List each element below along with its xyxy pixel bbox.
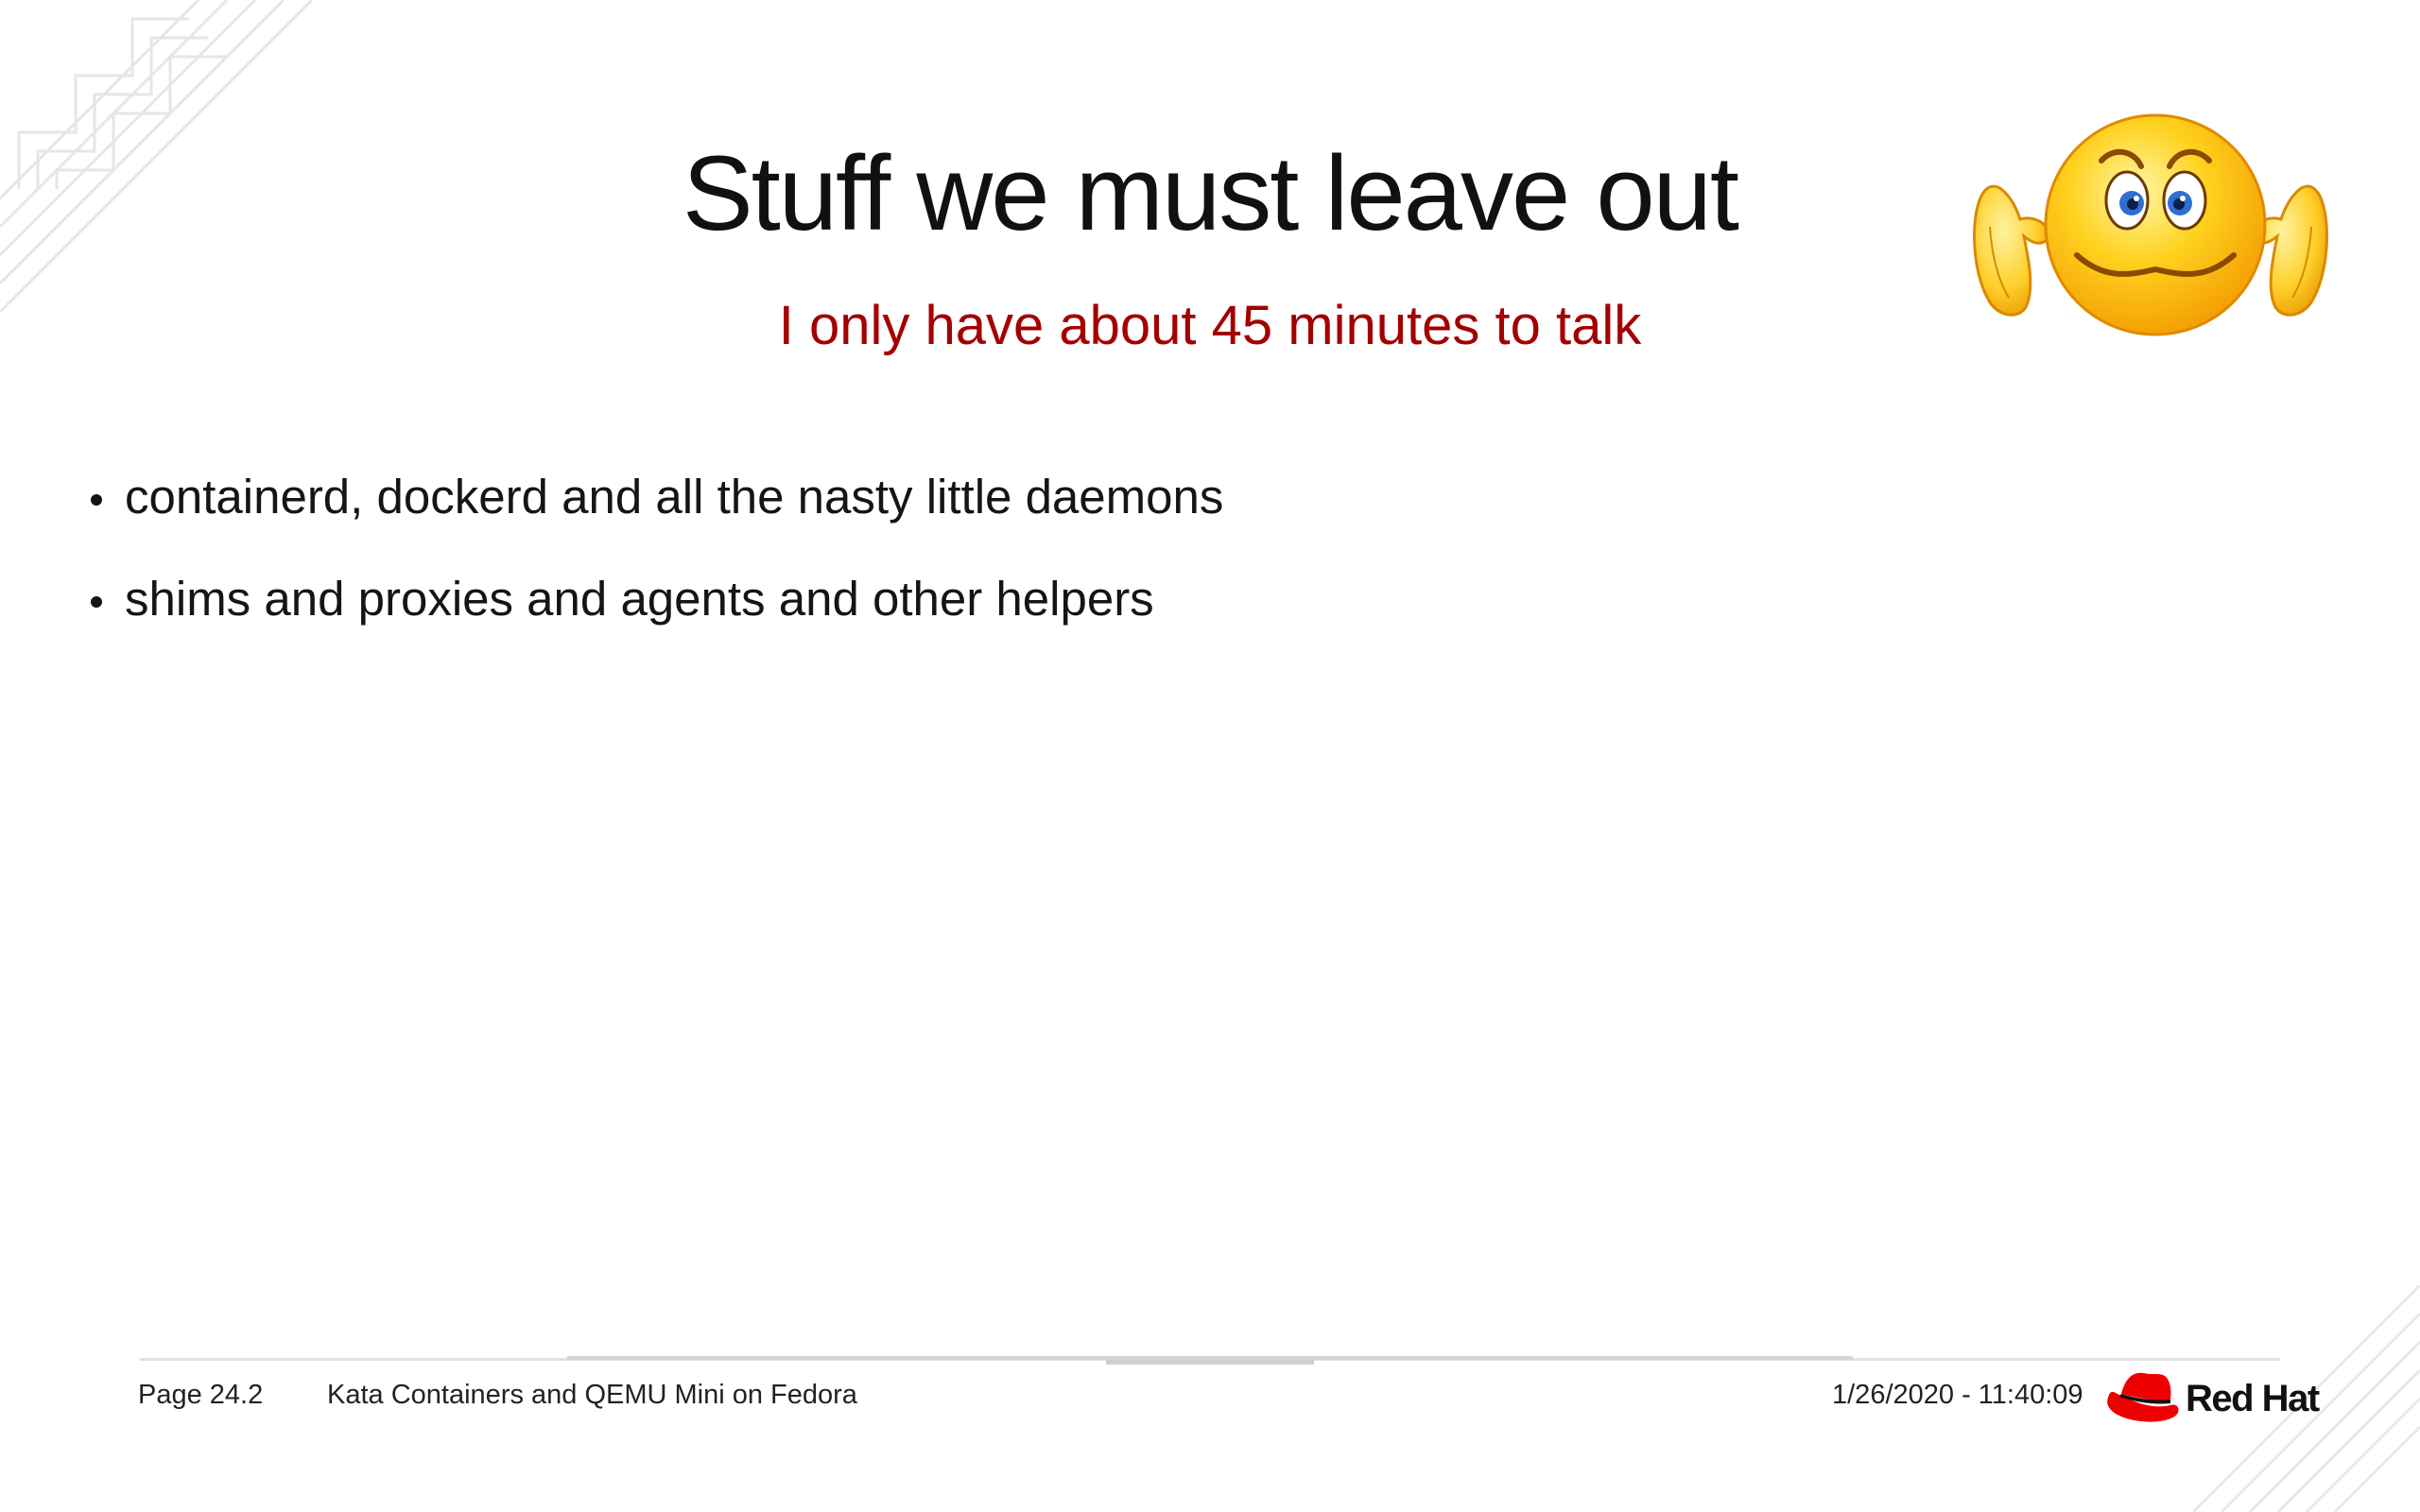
list-item: shims and proxies and agents and other h… — [87, 570, 1223, 628]
list-item: containerd, dockerd and all the nasty li… — [87, 468, 1223, 526]
slide: Stuff we must leave out I only have abou… — [0, 0, 2420, 1512]
bullet-text: containerd, dockerd and all the nasty li… — [125, 470, 1224, 524]
red-hat-logo-text: Red Hat — [2186, 1378, 2320, 1419]
bullet-dot-icon — [91, 596, 102, 608]
left-hand — [1973, 184, 2050, 317]
page-number: Page 24.2 — [138, 1380, 264, 1410]
footer-divider-center — [1106, 1360, 1314, 1365]
worried-shrugging-emoji-icon — [1973, 113, 2328, 336]
bullet-dot-icon — [91, 494, 102, 506]
footer-datetime: 1/26/2020 - 11:40:09 — [1832, 1380, 2083, 1410]
bullet-text: shims and proxies and agents and other h… — [125, 572, 1154, 626]
presentation-title: Kata Containers and QEMU Mini on Fedora — [327, 1380, 857, 1410]
bullet-list: containerd, dockerd and all the nasty li… — [87, 468, 1223, 672]
